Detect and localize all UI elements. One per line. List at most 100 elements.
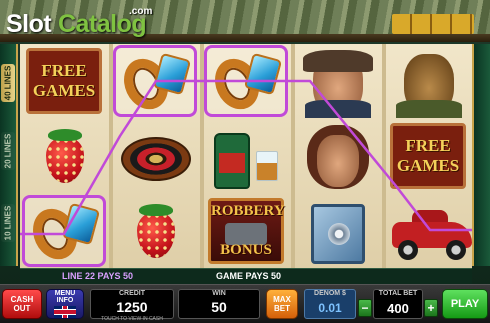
reel-cell <box>111 44 199 118</box>
strawberry-leaf <box>48 129 82 141</box>
reel-cell <box>293 194 381 268</box>
uk-flag-icon <box>54 306 76 318</box>
lines-10-label: 10 LINES <box>3 205 13 241</box>
bet-decrease-button[interactable]: − <box>358 299 372 317</box>
reel-cell <box>293 119 381 193</box>
win-message-bar: LINE 22 PAYS 50 GAME PAYS 50 <box>20 268 472 284</box>
denom-value: 0.01 <box>318 301 342 315</box>
safe-symbol <box>299 198 375 264</box>
car-symbol <box>390 198 472 264</box>
reel-cell <box>111 119 199 193</box>
roulette-wheel-icon <box>121 137 191 181</box>
menu-info-button[interactable]: MENU INFO <box>46 289 84 319</box>
logo-com-text: .com <box>129 6 153 17</box>
free-games-word-games: GAMES <box>396 156 460 175</box>
strawberry-icon <box>46 137 84 183</box>
suit-icon <box>396 100 462 118</box>
reel-cell <box>293 44 381 118</box>
play-label: PLAY <box>450 298 480 310</box>
blue-gem-icon <box>152 52 192 96</box>
woman-face-icon <box>317 135 359 187</box>
bonus-word: BONUS <box>220 242 272 258</box>
reel-cell <box>202 44 290 118</box>
right-line-indicator <box>472 44 490 266</box>
credit-hint-text: TOUCH TO VIEW IN CASH <box>101 316 163 322</box>
logo-slot-text: Slot <box>6 10 52 38</box>
reel-cell: FREE GAMES <box>20 44 108 118</box>
reel-cell <box>111 194 199 268</box>
win-label: WIN <box>212 290 226 297</box>
reel-cell <box>202 119 290 193</box>
total-bet-value: 400 <box>387 301 409 316</box>
gold-bars-decoration <box>392 14 474 34</box>
reel-1: FREE GAMES <box>20 44 108 268</box>
cash-out-label-2: OUT <box>13 304 31 313</box>
strawberry-symbol <box>26 123 102 189</box>
free-games-word-free: FREE <box>41 61 87 80</box>
cash-out-button[interactable]: CASH OUT <box>2 289 42 319</box>
reel-cell <box>20 119 108 193</box>
slot-game-screen: Slot Catalog .com 40 LINES 20 LINES 10 L… <box>0 0 490 323</box>
max-bet-label-2: BET <box>274 304 290 313</box>
reel-3: ROBBERY BONUS <box>202 44 290 268</box>
slotcatalog-watermark: Slot Catalog .com <box>6 6 156 38</box>
ring-symbol <box>24 198 102 267</box>
reel-2 <box>111 44 199 268</box>
ring-symbol <box>115 48 193 117</box>
robbery-bonus-symbol: ROBBERY BONUS <box>208 198 285 264</box>
credit-label: CREDIT <box>118 290 146 297</box>
bet-increase-button[interactable]: + <box>424 299 438 317</box>
free-games-word-games: GAMES <box>32 81 96 100</box>
blue-gem-icon <box>61 202 101 246</box>
ring-symbol <box>206 48 284 117</box>
whiskey-symbol <box>208 123 284 189</box>
control-panel: CASH OUT MENU INFO CREDIT 1250 WIN 50 MA… <box>0 284 490 323</box>
play-button[interactable]: PLAY <box>442 289 488 319</box>
car-wheel-icon <box>446 240 466 260</box>
strawberry-symbol <box>117 198 193 264</box>
safe-dial-icon <box>328 223 350 245</box>
reel-cell: FREE GAMES <box>384 119 472 193</box>
lines-20-label: 20 LINES <box>3 133 13 169</box>
menu-info-label: MENU INFO <box>54 290 76 304</box>
max-bet-label-1: MAX <box>273 295 291 304</box>
denom-label: DENOM $ <box>314 290 346 297</box>
credit-value: 1250 <box>116 299 148 315</box>
denomination-selector[interactable]: DENOM $ 0.01 <box>304 289 356 319</box>
whiskey-glass-icon <box>256 151 278 181</box>
strawberry-leaf <box>139 204 173 216</box>
car-wheel-icon <box>398 240 418 260</box>
gangster-hat-symbol <box>299 48 375 118</box>
game-pays-text: GAME PAYS 50 <box>216 271 282 281</box>
gangster-bald-symbol <box>390 48 466 118</box>
reel-window: FREE GAMES ROBBERY BONUS FREE GAMES <box>20 44 472 268</box>
lines-40-tab[interactable]: 40 LINES <box>1 64 15 102</box>
reel-cell <box>384 44 472 118</box>
roulette-symbol <box>117 123 193 189</box>
whiskey-bottle-icon <box>214 133 250 189</box>
credit-display[interactable]: CREDIT 1250 <box>90 289 174 319</box>
blue-gem-icon <box>243 52 283 96</box>
lines-20-tab[interactable]: 20 LINES <box>1 132 15 170</box>
reel-cell <box>384 194 472 268</box>
robbery-word: ROBBERY <box>211 203 285 219</box>
suit-icon <box>305 100 371 118</box>
lines-10-tab[interactable]: 10 LINES <box>1 204 15 242</box>
reel-cell: ROBBERY BONUS <box>202 194 290 268</box>
max-bet-button[interactable]: MAX BET <box>266 289 298 319</box>
total-bet-label: TOTAL BET <box>378 290 418 297</box>
win-value: 50 <box>211 299 227 315</box>
woman-symbol <box>299 123 375 189</box>
cash-out-label-1: CASH <box>10 295 34 304</box>
free-games-word-free: FREE <box>405 136 451 155</box>
free-games-symbol: FREE GAMES <box>26 48 102 114</box>
fedora-hat-icon <box>303 50 373 72</box>
win-display: WIN 50 <box>178 289 260 319</box>
line-pays-text: LINE 22 PAYS 50 <box>62 271 134 281</box>
left-line-indicator: 40 LINES 20 LINES 10 LINES <box>0 44 18 266</box>
lines-40-label: 40 LINES <box>3 65 13 101</box>
free-games-symbol: FREE GAMES <box>390 123 466 189</box>
strawberry-icon <box>137 212 175 258</box>
reel-5: FREE GAMES <box>384 44 472 268</box>
reel-cell <box>20 194 108 268</box>
